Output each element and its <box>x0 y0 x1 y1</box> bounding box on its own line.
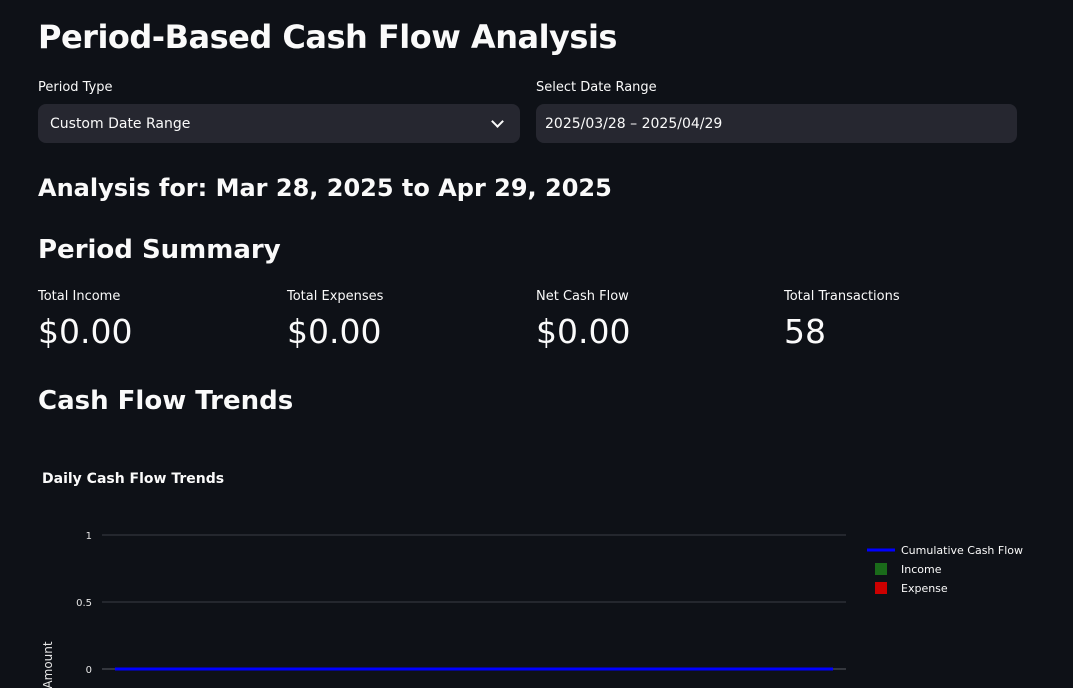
y-tick-label: 0 <box>86 665 92 676</box>
legend-label-expense[interactable]: Expense <box>901 582 948 595</box>
legend-label-cumulative-cash-flow[interactable]: Cumulative Cash Flow <box>901 544 1023 557</box>
y-axis-title: Amount <box>41 641 55 688</box>
daily-cash-flow-chart[interactable]: 0 0.5 1 Amount Cumulative Cash Flow Income Exp… <box>0 0 1073 688</box>
legend-label-income[interactable]: Income <box>901 563 942 576</box>
legend-box-swatch <box>875 563 887 575</box>
y-tick-label: 0.5 <box>76 598 92 609</box>
app-page: Period-Based Cash Flow Analysis Period T… <box>0 0 1073 688</box>
y-tick-label: 1 <box>86 531 92 542</box>
legend-box-swatch <box>875 582 887 594</box>
